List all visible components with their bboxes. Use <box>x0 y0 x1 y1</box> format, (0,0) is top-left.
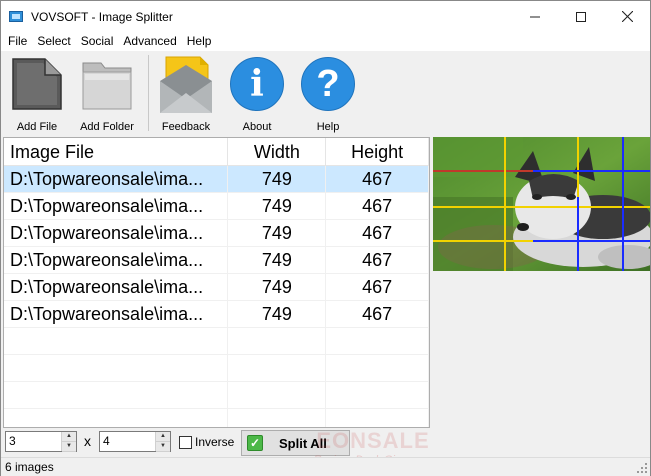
split-controls: 3 ▲ ▼ x 4 ▲ ▼ Inverse ✓ Split All <box>1 429 650 456</box>
image-preview <box>433 137 650 271</box>
maximize-icon <box>576 11 586 22</box>
image-list[interactable]: Image File Width Height D:\Topwareonsale… <box>3 137 430 428</box>
cell-width: 749 <box>228 220 327 246</box>
cell-width: 749 <box>228 301 327 327</box>
empty-row <box>4 382 429 409</box>
empty-row <box>4 328 429 355</box>
empty-row <box>4 355 429 382</box>
column-header-image-file[interactable]: Image File <box>4 138 229 165</box>
empty-row <box>4 409 429 427</box>
resize-grip-icon[interactable] <box>636 462 648 474</box>
table-row[interactable]: D:\Topwareonsale\ima... 749 467 <box>4 301 429 328</box>
about-label: About <box>242 121 272 133</box>
app-icon <box>9 10 25 24</box>
preview-image <box>433 137 650 271</box>
inverse-label[interactable]: Inverse <box>195 435 234 449</box>
maximize-button[interactable] <box>558 1 604 32</box>
add-file-button[interactable]: Add File <box>6 55 68 135</box>
cell-file: D:\Topwareonsale\ima... <box>4 166 229 192</box>
times-label: x <box>84 433 91 449</box>
title-bar: VOVSOFT - Image Splitter <box>1 1 650 32</box>
add-folder-button[interactable]: Add Folder <box>74 55 140 135</box>
help-button[interactable]: ? Help <box>298 55 358 135</box>
rows-value[interactable]: 3 <box>6 432 61 451</box>
feedback-button[interactable]: Feedback <box>154 55 218 135</box>
list-header: Image File Width Height <box>4 138 429 166</box>
status-count: 6 images <box>5 460 54 474</box>
menu-help[interactable]: Help <box>182 32 217 51</box>
cell-file: D:\Topwareonsale\ima... <box>4 193 229 219</box>
help-label: Help <box>316 121 340 133</box>
cell-width: 749 <box>228 247 327 273</box>
cell-width: 749 <box>228 166 327 192</box>
cell-file: D:\Topwareonsale\ima... <box>4 220 229 246</box>
about-button[interactable]: i About <box>227 55 287 135</box>
close-icon <box>621 11 633 22</box>
cell-height: 467 <box>326 247 429 273</box>
check-icon: ✓ <box>247 435 263 451</box>
menu-advanced[interactable]: Advanced <box>118 32 181 51</box>
table-row[interactable]: D:\Topwareonsale\ima... 749 467 <box>4 274 429 301</box>
menu-file[interactable]: File <box>1 32 32 51</box>
add-folder-label: Add Folder <box>80 121 134 133</box>
folder-icon <box>82 62 132 110</box>
column-header-height[interactable]: Height <box>326 138 429 165</box>
cell-file: D:\Topwareonsale\ima... <box>4 301 229 327</box>
feedback-label: Feedback <box>161 121 211 133</box>
envelope-icon <box>160 56 212 113</box>
cell-height: 467 <box>326 274 429 300</box>
columns-spinbox[interactable]: 4 ▲ ▼ <box>99 431 171 452</box>
table-row[interactable]: D:\Topwareonsale\ima... 749 467 <box>4 193 429 220</box>
toolbar: Add File Add Folder Feedback i About ? H… <box>1 51 650 135</box>
add-file-label: Add File <box>16 121 58 133</box>
toolbar-separator <box>148 55 149 131</box>
help-icon: ? <box>301 57 355 111</box>
cell-height: 467 <box>326 220 429 246</box>
rows-down-arrow-icon[interactable]: ▼ <box>62 442 76 452</box>
menu-social[interactable]: Social <box>76 32 119 51</box>
inverse-checkbox[interactable] <box>179 436 192 449</box>
columns-value[interactable]: 4 <box>100 432 155 451</box>
columns-down-arrow-icon[interactable]: ▼ <box>156 442 170 452</box>
cell-file: D:\Topwareonsale\ima... <box>4 274 229 300</box>
table-row[interactable]: D:\Topwareonsale\ima... 749 467 <box>4 247 429 274</box>
minimize-icon <box>530 16 540 17</box>
split-all-label: Split All <box>279 435 327 451</box>
cell-file: D:\Topwareonsale\ima... <box>4 247 229 273</box>
window-title: VOVSOFT - Image Splitter <box>31 9 173 24</box>
column-header-width[interactable]: Width <box>228 138 327 165</box>
columns-up-arrow-icon[interactable]: ▲ <box>156 432 170 442</box>
cell-width: 749 <box>228 274 327 300</box>
close-button[interactable] <box>604 1 650 32</box>
cell-width: 749 <box>228 193 327 219</box>
cell-height: 467 <box>326 166 429 192</box>
cell-height: 467 <box>326 301 429 327</box>
menu-bar: File Select Social Advanced Help <box>1 32 650 51</box>
app-window: VOVSOFT - Image Splitter File Select Soc… <box>0 0 651 476</box>
split-all-button[interactable]: ✓ Split All <box>241 430 350 456</box>
info-icon: i <box>230 57 284 111</box>
menu-select[interactable]: Select <box>32 32 75 51</box>
rows-spinbox[interactable]: 3 ▲ ▼ <box>5 431 77 452</box>
rows-up-arrow-icon[interactable]: ▲ <box>62 432 76 442</box>
minimize-button[interactable] <box>512 1 558 32</box>
cell-height: 467 <box>326 193 429 219</box>
add-file-icon <box>12 58 62 110</box>
table-row[interactable]: D:\Topwareonsale\ima... 749 467 <box>4 166 429 193</box>
status-bar: 6 images <box>1 457 650 476</box>
table-row[interactable]: D:\Topwareonsale\ima... 749 467 <box>4 220 429 247</box>
